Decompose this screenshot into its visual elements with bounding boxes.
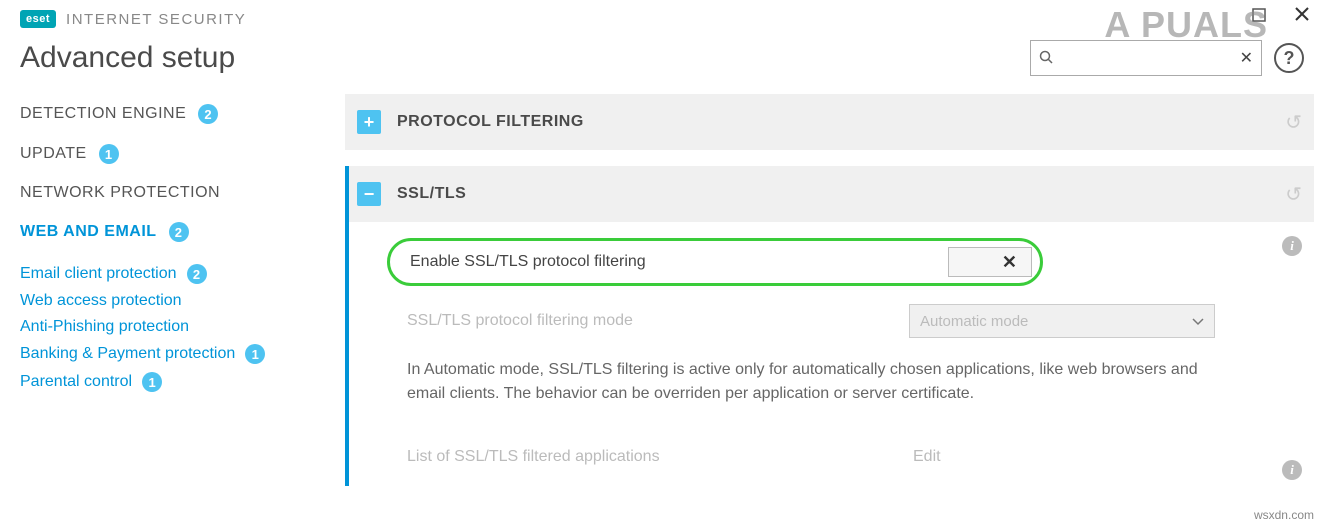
- enable-ssl-tls-row: Enable SSL/TLS protocol filtering ✕: [387, 238, 1043, 286]
- section-title: SSL/TLS: [397, 185, 466, 203]
- chevron-down-icon: [1192, 313, 1204, 329]
- section-protocol-filtering[interactable]: + PROTOCOL FILTERING ↺: [345, 94, 1314, 150]
- filtering-mode-select[interactable]: Automatic mode: [909, 304, 1215, 338]
- undo-icon[interactable]: ↺: [1285, 182, 1302, 207]
- sidebar-item-network-protection[interactable]: NETWORK PROTECTION: [20, 174, 345, 212]
- close-icon[interactable]: [1294, 6, 1310, 27]
- sidebar-item-detection-engine[interactable]: DETECTION ENGINE 2: [20, 94, 345, 134]
- section-title: PROTOCOL FILTERING: [397, 113, 584, 131]
- sidebar: DETECTION ENGINE 2 UPDATE 1 NETWORK PROT…: [0, 94, 345, 486]
- eset-logo-badge: eset: [20, 10, 56, 28]
- enable-ssl-tls-label: Enable SSL/TLS protocol filtering: [410, 253, 646, 271]
- sidebar-item-label: NETWORK PROTECTION: [20, 184, 220, 202]
- sidebar-item-label: DETECTION ENGINE: [20, 105, 186, 123]
- ssl-tls-body: i Enable SSL/TLS protocol filtering ✕ SS…: [345, 222, 1314, 486]
- sidebar-item-label: WEB AND EMAIL: [20, 223, 157, 241]
- clear-search-icon[interactable]: ✕: [1240, 48, 1253, 68]
- toggle-off-icon: ✕: [1002, 252, 1017, 273]
- sidebar-sub-label: Banking & Payment protection: [20, 345, 235, 363]
- badge: 1: [245, 344, 265, 364]
- filtering-mode-row: SSL/TLS protocol filtering mode Automati…: [361, 286, 1241, 338]
- sidebar-sub-label: Parental control: [20, 373, 132, 391]
- sidebar-item-update[interactable]: UPDATE 1: [20, 134, 345, 174]
- collapse-icon[interactable]: −: [357, 182, 381, 206]
- product-name: INTERNET SECURITY: [66, 11, 246, 28]
- section-ssl-tls[interactable]: − SSL/TLS ↺: [345, 166, 1314, 222]
- sidebar-sub-anti-phishing-protection[interactable]: Anti-Phishing protection: [20, 314, 345, 340]
- search-input[interactable]: [1057, 50, 1240, 66]
- filtered-apps-row: List of SSL/TLS filtered applications Ed…: [361, 406, 1241, 466]
- badge: 1: [99, 144, 119, 164]
- sidebar-item-label: UPDATE: [20, 145, 87, 163]
- sidebar-sub-email-client-protection[interactable]: Email client protection 2: [20, 260, 345, 288]
- page-title: Advanced setup: [20, 41, 235, 75]
- sidebar-sub-banking-payment-protection[interactable]: Banking & Payment protection 1: [20, 340, 345, 368]
- sidebar-sub-label: Web access protection: [20, 292, 182, 310]
- info-icon[interactable]: i: [1282, 460, 1302, 480]
- edit-link[interactable]: Edit: [909, 448, 1215, 466]
- undo-icon[interactable]: ↺: [1285, 110, 1302, 135]
- badge: 2: [187, 264, 207, 284]
- appuals-watermark-logo: A PUALS: [1104, 4, 1268, 46]
- sidebar-sub-web-access-protection[interactable]: Web access protection: [20, 288, 345, 314]
- filtered-apps-label: List of SSL/TLS filtered applications: [407, 448, 660, 466]
- filtering-mode-value: Automatic mode: [920, 313, 1028, 330]
- sidebar-sub-parental-control[interactable]: Parental control 1: [20, 368, 345, 396]
- sidebar-sub-label: Anti-Phishing protection: [20, 318, 189, 336]
- mode-description: In Automatic mode, SSL/TLS filtering is …: [361, 338, 1261, 406]
- expand-icon[interactable]: +: [357, 110, 381, 134]
- badge: 2: [198, 104, 218, 124]
- main-panel: + PROTOCOL FILTERING ↺ − SSL/TLS ↺ i Ena…: [345, 94, 1324, 486]
- help-button[interactable]: ?: [1274, 43, 1304, 73]
- sidebar-sub-label: Email client protection: [20, 265, 177, 283]
- filtering-mode-label: SSL/TLS protocol filtering mode: [407, 312, 633, 330]
- source-watermark: wsxdn.com: [1254, 508, 1314, 522]
- enable-ssl-tls-toggle[interactable]: ✕: [948, 247, 1032, 277]
- badge: 2: [169, 222, 189, 242]
- badge: 1: [142, 372, 162, 392]
- search-icon: [1039, 50, 1053, 67]
- info-icon[interactable]: i: [1282, 236, 1302, 256]
- sidebar-item-web-and-email[interactable]: WEB AND EMAIL 2: [20, 212, 345, 252]
